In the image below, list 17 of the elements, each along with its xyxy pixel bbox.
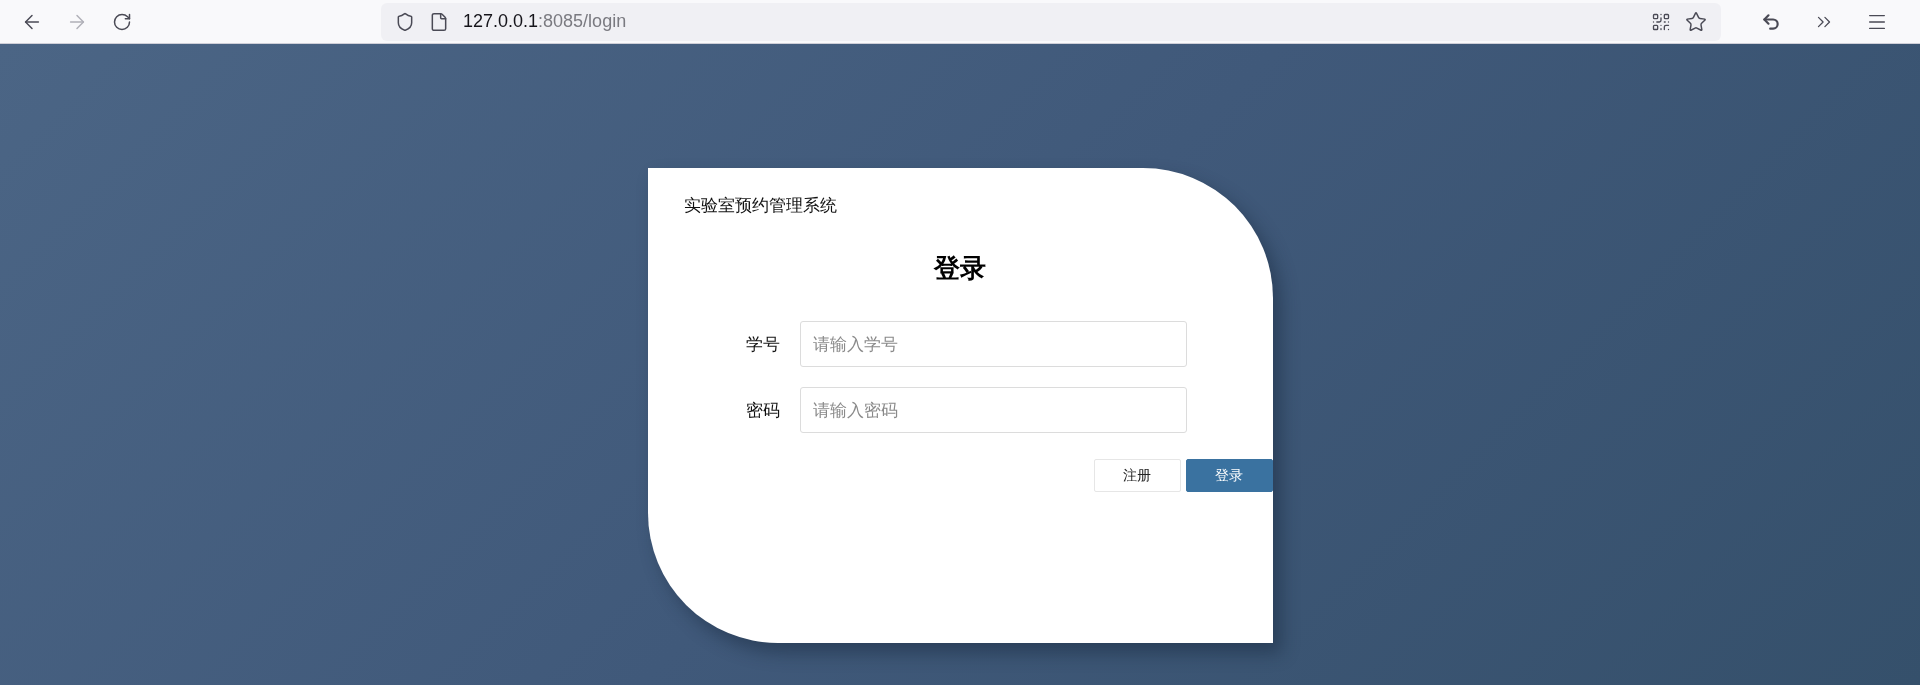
shield-icon xyxy=(395,11,415,32)
url-host: 127.0.0.1 xyxy=(463,11,539,32)
field-label: 密码 xyxy=(744,398,781,422)
address-bar[interactable]: 127.0.0.1:8085/login xyxy=(381,2,1721,41)
password-field[interactable]: 请输入密码 xyxy=(799,387,1187,433)
system-title: 实验室预约管理系统 xyxy=(682,194,838,217)
reply-arrow-icon xyxy=(1761,11,1781,32)
qr-code-icon[interactable] xyxy=(1651,11,1671,32)
login-button[interactable]: 登录 xyxy=(1185,459,1273,492)
login-heading: 登录 xyxy=(932,252,987,285)
reload-icon xyxy=(112,11,132,32)
field-label: 学号 xyxy=(744,332,781,356)
page-icon xyxy=(429,11,449,32)
bookmark-star-icon[interactable] xyxy=(1685,10,1707,33)
student-id-field[interactable]: 请输入学号 xyxy=(799,321,1187,367)
register-button[interactable]: 注册 xyxy=(1093,459,1181,492)
url-path: :8085/login xyxy=(538,11,627,32)
